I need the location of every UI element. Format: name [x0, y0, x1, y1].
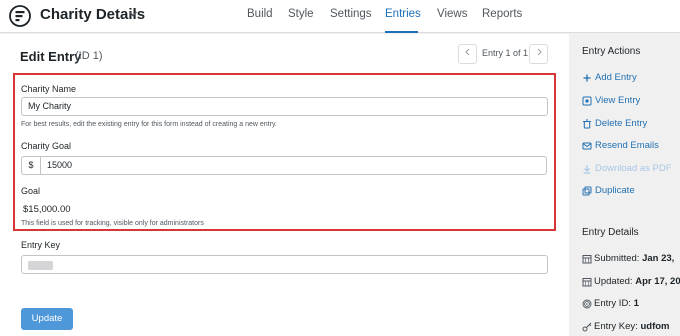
- calendar-icon: [582, 278, 592, 287]
- charity-name-hint: For best results, edit the existing entr…: [21, 121, 277, 128]
- trash-icon: [583, 119, 591, 129]
- goal-hint: This field is used for tracking, visible…: [21, 220, 204, 227]
- top-bar: Charity Details Build Style Settings Ent…: [0, 0, 680, 33]
- entry-key-label: Entry Key: [21, 240, 61, 250]
- entry-key-detail-value: udfom: [640, 321, 670, 332]
- entry-actions-heading: Entry Actions: [582, 46, 641, 57]
- tab-build[interactable]: Build: [247, 8, 273, 20]
- tab-settings[interactable]: Settings: [330, 8, 372, 20]
- chevron-right-icon: [537, 48, 542, 56]
- entry-key-redacted: [28, 261, 53, 270]
- resend-emails-label: Resend Emails: [595, 140, 659, 151]
- charity-goal-input[interactable]: 15000: [40, 156, 547, 175]
- updated-label: Updated:: [594, 276, 633, 287]
- pager-label: Entry 1 of 1: [482, 48, 529, 58]
- edit-entry-panel: Edit Entry (ID 1) Entry 1 of 1 Charity N…: [0, 34, 569, 336]
- update-button[interactable]: Update: [21, 308, 73, 330]
- goal-value: $15,000.00: [23, 204, 71, 215]
- charity-name-label: Charity Name: [21, 84, 77, 94]
- delete-entry-label: Delete Entry: [595, 118, 648, 129]
- calendar-icon: [582, 255, 592, 264]
- entry-id-detail-label: Entry ID:: [594, 298, 631, 309]
- currency-prefix: $: [21, 156, 40, 175]
- charity-goal-label: Charity Goal: [21, 141, 72, 151]
- entry-key-detail-label: Entry Key:: [594, 321, 638, 332]
- sidebar: Entry Actions Add Entry View Entry Delet…: [571, 34, 680, 336]
- submitted-value: Jan 23,: [642, 253, 675, 264]
- plus-icon: [583, 74, 591, 82]
- active-tab-indicator: [385, 31, 418, 33]
- add-entry-label: Add Entry: [595, 72, 637, 83]
- submitted-label: Submitted:: [594, 253, 640, 264]
- key-icon: [582, 322, 592, 332]
- entry-key-input[interactable]: [21, 255, 548, 274]
- entry-details-heading: Entry Details: [582, 227, 639, 238]
- mail-icon: [582, 142, 592, 150]
- fingerprint-icon: [582, 299, 592, 309]
- charity-name-input[interactable]: My Charity: [21, 97, 548, 116]
- next-entry-button[interactable]: [529, 44, 548, 64]
- entry-id-detail-value: 1: [633, 298, 639, 309]
- updated-value: Apr 17, 20: [635, 276, 680, 287]
- duplicate-label: Duplicate: [595, 185, 635, 196]
- page-title: Edit Entry: [20, 49, 82, 64]
- tab-views[interactable]: Views: [437, 8, 467, 20]
- duplicate-icon: [582, 186, 592, 196]
- download-icon: [583, 165, 591, 174]
- goal-label: Goal: [21, 186, 41, 196]
- tab-reports[interactable]: Reports: [482, 8, 522, 20]
- formidable-logo-icon: [9, 5, 31, 27]
- tab-style[interactable]: Style: [288, 8, 314, 20]
- download-pdf-label: Download as PDF: [595, 163, 672, 174]
- chevron-left-icon: [464, 48, 469, 56]
- entry-id-label: (ID 1): [75, 50, 103, 62]
- view-entry-label: View Entry: [595, 95, 641, 106]
- chevron-down-icon[interactable]: [128, 9, 138, 19]
- tab-entries[interactable]: Entries: [385, 8, 421, 20]
- prev-entry-button[interactable]: [458, 44, 477, 64]
- view-icon: [582, 96, 592, 106]
